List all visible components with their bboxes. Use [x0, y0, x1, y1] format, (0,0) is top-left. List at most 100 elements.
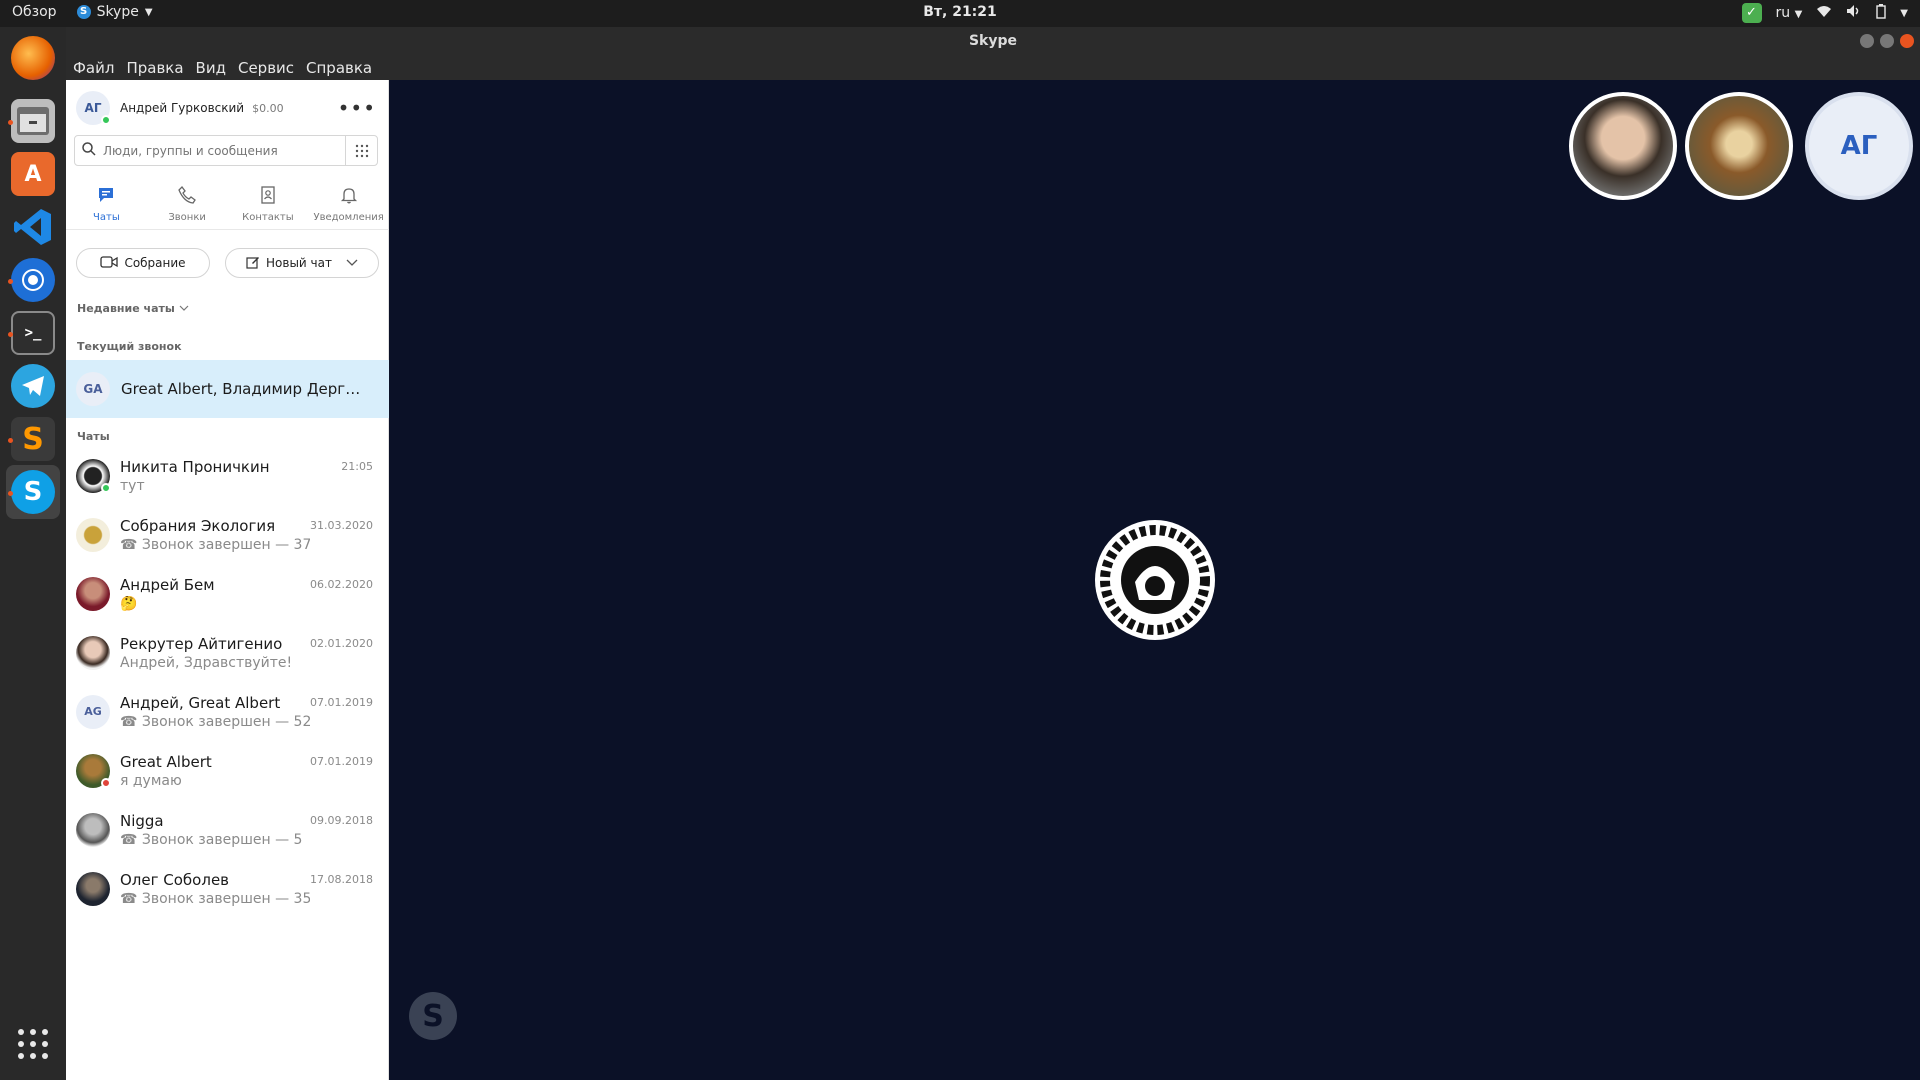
dock-vscode[interactable] — [6, 200, 60, 254]
chat-date: 06.02.2020 — [310, 578, 373, 591]
dock-sublime[interactable]: S — [6, 412, 60, 466]
terminal-icon: >_ — [11, 311, 55, 355]
chat-item[interactable]: AG Андрей, Great Albert ☎ Звонок заверше… — [66, 682, 389, 741]
dock-terminal[interactable]: >_ — [6, 306, 60, 360]
chat-name: Собрания Экология — [120, 516, 276, 535]
profile-name: Андрей Гурковский — [120, 101, 245, 115]
app-grid-icon — [18, 1029, 48, 1059]
tab-contacts-label: Контакты — [242, 212, 294, 223]
dock-files[interactable] — [6, 94, 60, 148]
app-menu-button[interactable]: S Skype ▼ — [76, 4, 153, 20]
current-call-heading: Текущий звонок — [77, 340, 182, 353]
clock[interactable]: Вт, 21:21 — [923, 4, 997, 20]
chat-item[interactable]: Олег Соболев ☎ Звонок завершен — 35 17.0… — [66, 859, 389, 918]
chat-avatar-initials: AG — [84, 705, 102, 718]
current-call-avatar: GA — [76, 372, 110, 406]
tab-notifications-label: Уведомления — [313, 212, 384, 223]
video-camera-icon — [100, 255, 119, 271]
dock-firefox[interactable] — [6, 31, 60, 85]
battery-icon[interactable] — [1876, 3, 1886, 23]
recent-chats-filter[interactable]: Недавние чаты — [77, 302, 189, 315]
meeting-button[interactable]: Собрание — [76, 248, 210, 278]
search-input[interactable] — [103, 143, 345, 158]
self-avatar-initials: АГ — [1840, 131, 1878, 161]
chevron-down-icon: ▼ — [144, 6, 153, 18]
more-options-button[interactable]: ••• — [338, 96, 376, 120]
search-bar — [74, 135, 378, 166]
dock-chromium[interactable] — [6, 253, 60, 307]
chat-item[interactable]: Рекрутер Айтигенио Андрей, Здравствуйте!… — [66, 623, 389, 682]
system-top-panel: Обзор S Skype ▼ Вт, 21:21 ✓ ru ▼ ▼ — [0, 0, 1920, 27]
chat-bubble-icon — [97, 186, 115, 209]
chat-avatar — [76, 576, 110, 611]
chevron-down-icon — [179, 302, 189, 315]
chat-last-message: ☎ Звонок завершен — 52 — [120, 713, 310, 730]
dock-telegram[interactable] — [6, 359, 60, 413]
chat-item[interactable]: Собрания Экология ☎ Звонок завершен — 37… — [66, 505, 389, 564]
menu-view[interactable]: Вид — [196, 59, 226, 77]
activities-button[interactable]: Обзор — [12, 4, 57, 20]
chat-item[interactable]: Great Albert я думаю 07.01.2019 — [66, 741, 389, 800]
contacts-icon — [259, 186, 277, 209]
menu-file[interactable]: Файл — [73, 59, 114, 77]
chat-item[interactable]: Никита Проничкин тут 21:05 — [66, 446, 389, 505]
chat-date: 17.08.2018 — [310, 873, 373, 886]
window-title-bar[interactable]: Skype — [66, 27, 1920, 55]
chevron-down-icon[interactable]: ▼ — [1900, 8, 1908, 19]
self-avatar[interactable]: АГ — [1805, 92, 1913, 200]
software-store-icon: A — [11, 152, 55, 196]
tab-chats-label: Чаты — [93, 212, 120, 223]
profile-balance[interactable]: $0.00 — [252, 102, 284, 115]
chat-avatar — [76, 871, 110, 906]
minimize-button[interactable] — [1860, 34, 1874, 48]
action-buttons: Собрание Новый чат — [76, 248, 379, 278]
launcher-dock: A >_ S S — [0, 27, 66, 1080]
maximize-button[interactable] — [1880, 34, 1894, 48]
chat-avatar — [76, 517, 110, 552]
volume-icon[interactable] — [1846, 4, 1862, 22]
chat-name: Рекрутер Айтигенио — [120, 634, 283, 653]
new-chat-button[interactable]: Новый чат — [225, 248, 379, 278]
chat-name: Great Albert — [120, 752, 212, 771]
skype-icon: S — [11, 470, 55, 514]
participant-avatar[interactable] — [1569, 92, 1677, 200]
sidebar-tabs: Чаты Звонки Контакты Уведомления — [66, 180, 389, 230]
dock-software[interactable]: A — [6, 147, 60, 201]
tab-notifications[interactable]: Уведомления — [308, 180, 389, 229]
dialpad-button[interactable] — [345, 136, 377, 165]
dock-skype[interactable]: S — [6, 465, 60, 519]
profile-header[interactable]: АГ Андрей Гурковский $0.00 ••• — [76, 90, 376, 126]
tab-calls[interactable]: Звонки — [147, 180, 228, 229]
close-button[interactable] — [1900, 34, 1914, 48]
compose-icon — [246, 255, 260, 272]
chat-date: 07.01.2019 — [310, 696, 373, 709]
meeting-button-label: Собрание — [124, 256, 186, 270]
vscode-icon — [11, 205, 55, 249]
check-badge-icon[interactable]: ✓ — [1741, 3, 1762, 23]
language-indicator[interactable]: ru ▼ — [1776, 5, 1803, 21]
running-indicator — [8, 279, 13, 284]
show-applications-button[interactable] — [6, 1017, 60, 1071]
participant-avatar[interactable] — [1685, 92, 1793, 200]
menu-tools[interactable]: Сервис — [238, 59, 294, 77]
recent-chats-label: Недавние чаты — [77, 302, 175, 315]
chat-avatar — [76, 458, 111, 493]
tab-contacts[interactable]: Контакты — [228, 180, 309, 229]
tab-chats[interactable]: Чаты — [66, 180, 147, 229]
current-call-item[interactable]: GA Great Albert, Владимир Дергачев, ... — [66, 360, 389, 418]
profile-avatar[interactable]: АГ — [76, 91, 111, 125]
chat-item[interactable]: Андрей Бем 🤔 06.02.2020 — [66, 564, 389, 623]
chat-item[interactable]: Nigga ☎ Звонок завершен — 5 09.09.2018 — [66, 800, 389, 859]
menu-edit[interactable]: Правка — [126, 59, 183, 77]
skype-watermark-icon: S — [409, 992, 457, 1040]
call-stage: АГ S — [389, 80, 1920, 1080]
skype-sidebar: АГ Андрей Гурковский $0.00 ••• Чаты — [66, 80, 389, 1080]
telegram-icon — [11, 364, 55, 408]
wifi-icon[interactable] — [1816, 4, 1832, 22]
chat-date: 21:05 — [341, 460, 373, 473]
current-call-name: Great Albert, Владимир Дергачев, ... — [121, 380, 366, 398]
active-speaker-avatar — [1095, 520, 1215, 640]
running-indicator — [8, 438, 13, 443]
current-call-initials: GA — [83, 382, 103, 396]
menu-help[interactable]: Справка — [306, 59, 372, 77]
